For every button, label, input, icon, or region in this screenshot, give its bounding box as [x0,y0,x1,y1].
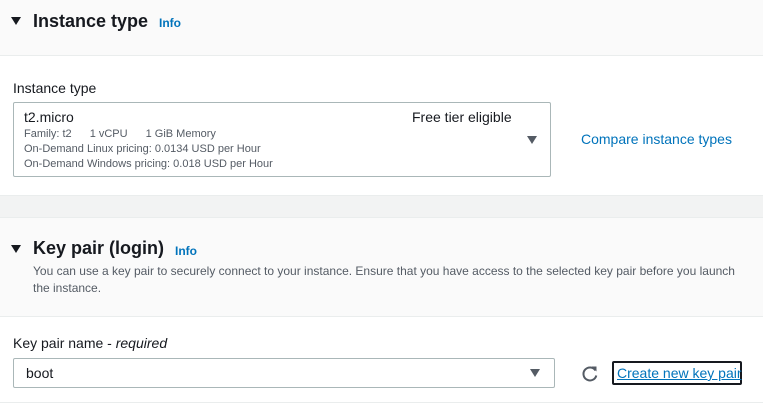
key-pair-title: Key pair (login) [33,238,165,258]
caret-down-icon[interactable] [11,17,21,25]
create-new-key-pair-link[interactable]: Create new key pair [612,361,742,385]
instance-type-panel: Instance type Info Instance type t2.micr… [0,0,763,196]
instance-specs: Family: t2 1 vCPU 1 GiB Memory [24,128,216,140]
key-pair-value: boot [26,365,54,381]
instance-memory: 1 GiB Memory [145,128,216,140]
instance-vcpu: 1 vCPU [89,128,128,140]
instance-name: t2.micro [24,109,74,125]
windows-pricing: On-Demand Windows pricing: 0.018 USD per… [24,158,273,170]
instance-type-field-label: Instance type [13,80,97,96]
key-pair-info-link[interactable]: Info [175,244,197,258]
compare-instance-types-link[interactable]: Compare instance types [581,131,732,147]
launch-instance-page: Instance type Info Instance type t2.micr… [0,0,763,403]
caret-down-icon[interactable] [11,245,21,253]
dropdown-arrow-icon [530,369,540,377]
instance-type-select[interactable]: t2.micro Free tier eligible Family: t2 1 … [13,102,551,177]
key-pair-description: You can use a key pair to securely conne… [33,264,735,295]
required-marker: required [115,335,168,351]
instance-type-header: Instance type Info [0,0,763,56]
dropdown-arrow-icon [527,136,537,144]
key-pair-label-text: Key pair name [13,335,104,351]
key-pair-field-label: Key pair name - required [13,335,168,351]
linux-pricing: On-Demand Linux pricing: 0.0134 USD per … [24,143,261,155]
free-tier-badge: Free tier eligible [412,109,512,125]
key-pair-select[interactable]: boot [13,358,555,388]
refresh-icon[interactable] [580,364,600,384]
instance-type-title: Instance type [33,11,149,31]
instance-type-info-link[interactable]: Info [159,16,181,30]
instance-family: Family: t2 [24,128,72,140]
key-pair-header: Key pair (login) Info You can use a key … [0,218,763,317]
